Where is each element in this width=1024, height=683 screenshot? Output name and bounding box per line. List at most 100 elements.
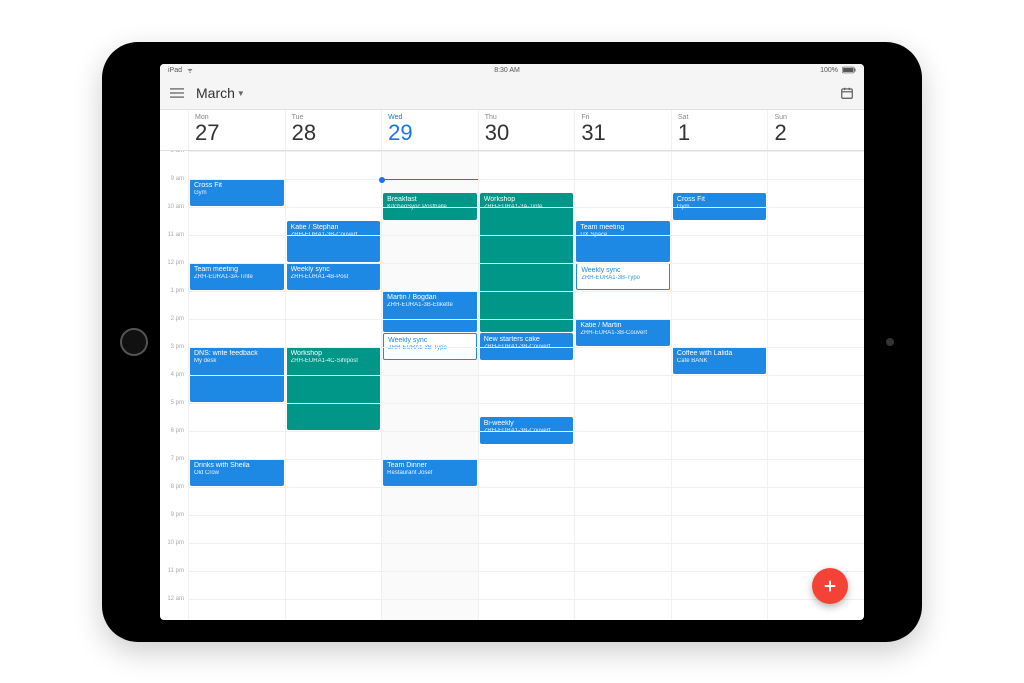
day-column[interactable]: Cross FitGym Team meetingZRH-EURA1-3A-Tin… — [188, 151, 285, 620]
month-selector[interactable]: March ▼ — [196, 85, 245, 101]
day-number: 27 — [195, 122, 279, 144]
event-title: Cross Fit — [194, 182, 280, 190]
event-title: Drinks with Sheila — [194, 462, 280, 470]
wifi-icon — [186, 66, 194, 76]
day-column[interactable]: WorkshopZRH-EURA1-3A-TinteNew starters c… — [478, 151, 575, 620]
menu-icon[interactable] — [170, 86, 184, 100]
calendar-event[interactable]: Martin / BogdanZRH-EURA1-3B-Etikette — [383, 291, 477, 332]
calendar-event[interactable]: Katie / MartinZRH-EURA1-3B-Couvert — [576, 319, 670, 346]
hour-label: 6 pm — [171, 428, 184, 434]
hour-label: 12 pm — [167, 260, 184, 266]
day-column[interactable] — [767, 151, 864, 620]
calendar-event[interactable]: Weekly syncZRH-EURA1-3B-Typo — [576, 263, 670, 290]
calendar-grid[interactable]: 8 am9 am10 am11 am12 pm1 pm2 pm3 pm4 pm5… — [160, 151, 864, 620]
day-header[interactable]: Fri31 — [574, 110, 671, 150]
day-header[interactable]: Wed29 — [381, 110, 478, 150]
event-title: Workshop — [291, 350, 377, 358]
day-header[interactable]: Thu30 — [478, 110, 575, 150]
hour-line — [188, 459, 864, 460]
hour-label: 3 pm — [171, 344, 184, 350]
calendar-today-icon[interactable] — [840, 86, 854, 100]
hour-line — [188, 403, 864, 404]
hour-label: 10 pm — [167, 540, 184, 546]
calendar-event[interactable]: WorkshopZRH-EURA1-4C-Sihlpost — [287, 347, 381, 430]
calendar-event[interactable]: Team meetingUX Space — [576, 221, 670, 262]
event-location: ZRH-EURA1-3A-Tinte — [194, 274, 280, 281]
hour-line — [188, 235, 864, 236]
hour-line — [188, 347, 864, 348]
day-header[interactable]: Sun2 — [767, 110, 864, 150]
chevron-down-icon: ▼ — [237, 89, 245, 98]
screen: iPad 8:30 AM 100% March ▼ — [160, 64, 864, 620]
event-location: ZRH-EURA1-3B-Etikette — [387, 302, 473, 309]
day-columns: Cross FitGym Team meetingZRH-EURA1-3A-Tin… — [188, 151, 864, 620]
hour-label: 11 am — [168, 232, 184, 238]
hour-line — [188, 515, 864, 516]
day-column[interactable]: Katie / StephanZRH-EURA1-3B-CouvertWeekl… — [285, 151, 382, 620]
day-column[interactable]: Cross FitGymCoffee with LalidaCafé BANK — [671, 151, 768, 620]
day-number: 1 — [678, 122, 762, 144]
calendar-event[interactable]: Team meetingZRH-EURA1-3A-Tinte — [190, 263, 284, 290]
event-location: Café BANK — [677, 358, 763, 365]
day-column[interactable]: BreakfastKitchenSync PosthalleMartin / B… — [381, 151, 478, 620]
day-column[interactable]: Team meetingUX SpaceWeekly syncZRH-EURA1… — [574, 151, 671, 620]
hour-line — [188, 263, 864, 264]
event-location: ZRH-EURA1-4C-Sihlpost — [291, 358, 377, 365]
hour-line — [188, 599, 864, 600]
calendar-event[interactable]: Team DinnerRestaurant Josef — [383, 459, 477, 486]
event-location: ZRH-EURA1-3B-Couvert — [580, 330, 666, 337]
time-gutter: 8 am9 am10 am11 am12 pm1 pm2 pm3 pm4 pm5… — [160, 151, 188, 620]
day-header[interactable]: Tue28 — [285, 110, 382, 150]
event-title: Katie / Stephan — [291, 224, 377, 232]
event-location: Old Crow — [194, 470, 280, 477]
calendar-event[interactable]: Coffee with LalidaCafé BANK — [673, 347, 767, 374]
hour-line — [188, 571, 864, 572]
hour-line — [188, 543, 864, 544]
month-label: March — [196, 85, 235, 101]
hour-label: 5 pm — [171, 400, 184, 406]
status-time: 8:30 AM — [494, 67, 520, 74]
day-short: Sat — [678, 114, 762, 121]
hour-label: 9 am — [171, 176, 184, 182]
day-number: 30 — [485, 122, 569, 144]
event-title: Katie / Martin — [580, 322, 666, 330]
hour-line — [188, 207, 864, 208]
event-title: Bi-weekly — [484, 420, 570, 428]
day-number: 31 — [581, 122, 665, 144]
calendar-event[interactable]: Drinks with SheilaOld Crow — [190, 459, 284, 486]
hour-label: 7 pm — [171, 456, 184, 462]
event-location: Restaurant Josef — [387, 470, 473, 477]
hour-label: 1 pm — [171, 288, 184, 294]
add-event-button[interactable] — [812, 568, 848, 604]
carrier-label: iPad — [168, 67, 182, 74]
day-header[interactable]: Sat1 — [671, 110, 768, 150]
home-button[interactable] — [120, 328, 148, 356]
event-title: New starters cake — [484, 336, 570, 344]
calendar-event[interactable]: Weekly syncZRH-EURA1-4B-Post — [287, 263, 381, 290]
day-number: 2 — [774, 122, 858, 144]
event-location: ZRH-EURA1-4B-Post — [291, 274, 377, 281]
hour-line — [188, 431, 864, 432]
day-number: 28 — [292, 122, 376, 144]
event-location: My desk — [194, 358, 280, 365]
event-title: Team meeting — [194, 266, 280, 274]
event-title: Team Dinner — [387, 462, 473, 470]
status-bar: iPad 8:30 AM 100% — [160, 64, 864, 78]
event-title: Breakfast — [387, 196, 473, 204]
hour-line — [188, 291, 864, 292]
now-indicator — [382, 179, 478, 180]
hour-line — [188, 487, 864, 488]
hour-label: 4 pm — [171, 372, 184, 378]
event-title: Martin / Bogdan — [387, 294, 473, 302]
hour-line — [188, 319, 864, 320]
battery-icon — [842, 66, 856, 76]
event-title: Weekly sync — [388, 337, 472, 345]
day-header[interactable]: Mon27 — [188, 110, 285, 150]
calendar-event[interactable]: Katie / StephanZRH-EURA1-3B-Couvert — [287, 221, 381, 262]
event-location: ZRH-EURA1-3B-Typo — [581, 275, 665, 282]
event-title: Weekly sync — [291, 266, 377, 274]
calendar-event[interactable]: Cross FitGym — [190, 179, 284, 206]
event-title: Coffee with Lalida — [677, 350, 763, 358]
hour-label: 2 pm — [171, 316, 184, 322]
hour-line — [188, 375, 864, 376]
